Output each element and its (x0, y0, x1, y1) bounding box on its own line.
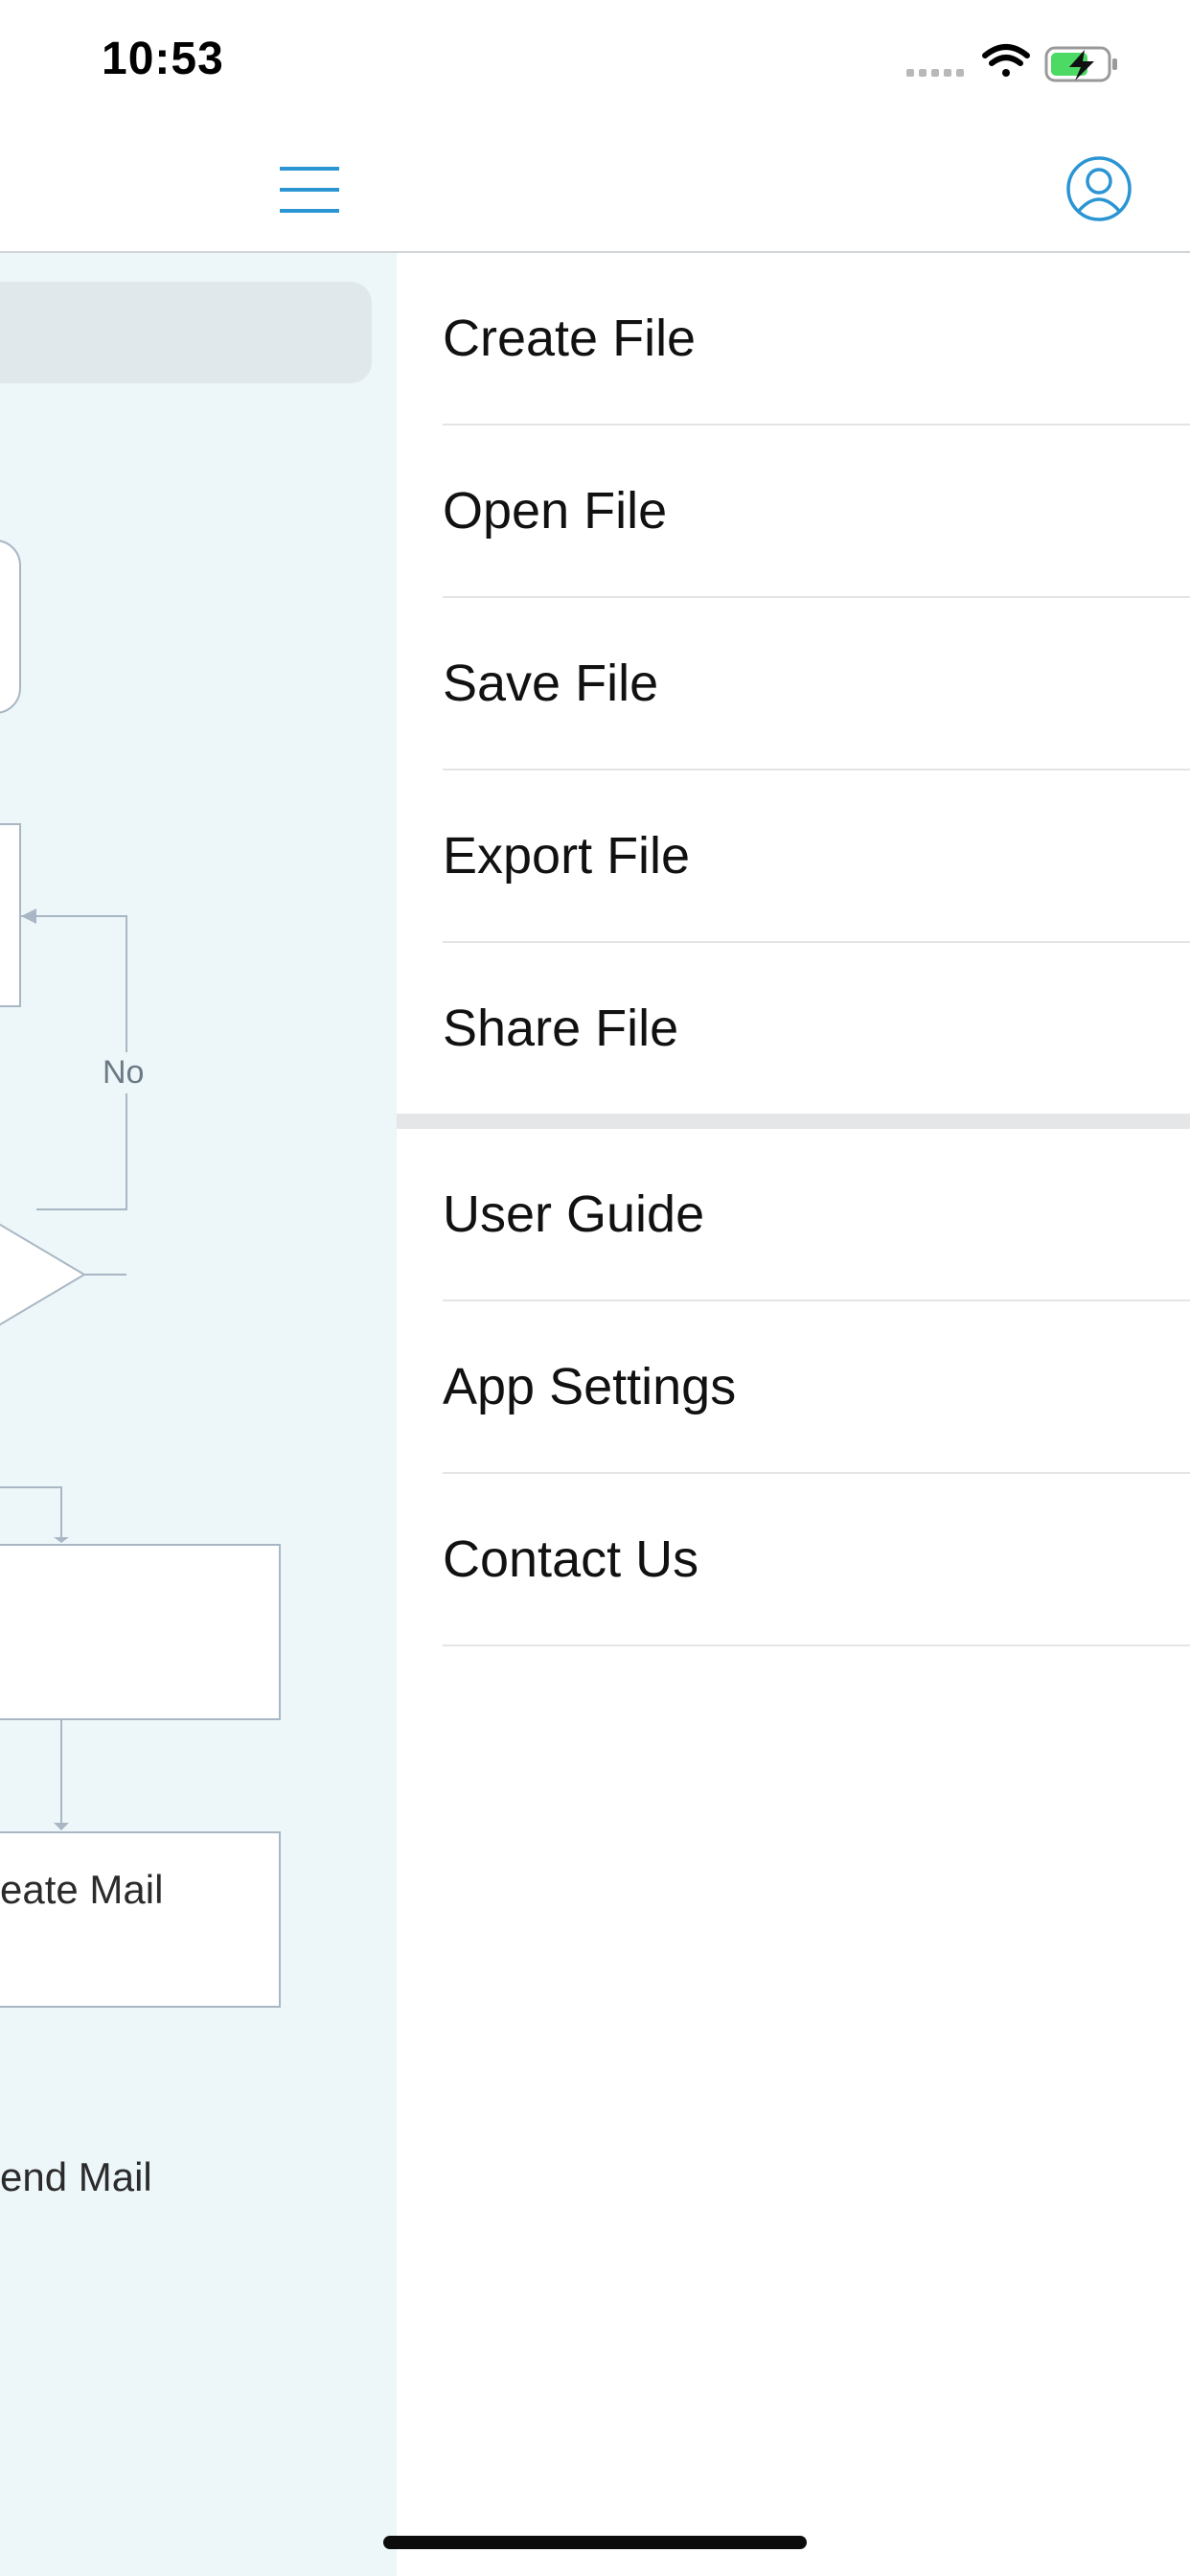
flow-arrowhead-1 (54, 1537, 69, 1543)
status-bar: 10:53 (0, 0, 1190, 126)
flow-no-label: No (103, 1052, 145, 1093)
user-profile-icon[interactable] (1065, 155, 1133, 222)
menu-item-label: User Guide (443, 1185, 705, 1243)
menu-item-save-file[interactable]: Save File (443, 598, 1190, 770)
flowchart-canvas[interactable]: No eate Mail end Mail (0, 253, 397, 2576)
status-icons (906, 44, 1117, 82)
menu-item-app-settings[interactable]: App Settings (443, 1301, 1190, 1474)
flow-send-mail-label: end Mail (0, 2154, 152, 2199)
side-drawer-menu: Create File Open File Save File Export F… (397, 253, 1190, 2576)
flow-arrowhead-2 (54, 1823, 69, 1830)
menu-item-share-file[interactable]: Share File (443, 943, 1190, 1116)
app-screen: 10:53 No eate Mail end Mail Create File … (0, 0, 1190, 2576)
flow-decision-node-edges (0, 1223, 86, 1326)
menu-item-contact-us[interactable]: Contact Us (443, 1474, 1190, 1646)
flow-process-node[interactable] (0, 823, 21, 1007)
menu-item-user-guide[interactable]: User Guide (443, 1129, 1190, 1301)
flow-send-mail-node[interactable] (0, 1831, 281, 2008)
battery-charging-icon (1044, 46, 1117, 82)
menu-section-divider (397, 1114, 1190, 1129)
status-time: 10:53 (102, 34, 224, 84)
menu-item-label: App Settings (443, 1358, 737, 1415)
menu-item-label: Share File (443, 1000, 679, 1057)
flow-start-node[interactable] (0, 540, 21, 714)
menu-item-label: Export File (443, 827, 691, 885)
flow-create-mail-label: eate Mail (0, 1867, 164, 1912)
signal-dots-icon (906, 69, 964, 77)
menu-item-label: Contact Us (443, 1530, 699, 1588)
menu-item-label: Save File (443, 655, 659, 712)
wifi-icon (982, 44, 1030, 77)
flowchart-diagram (0, 540, 281, 2008)
navigation-bar (0, 126, 1190, 253)
flow-connector-1 (0, 1486, 62, 1537)
menu-item-create-file[interactable]: Create File (443, 253, 1190, 426)
home-indicator[interactable] (383, 2536, 807, 2549)
flow-loop-arrowhead (21, 908, 36, 924)
menu-item-label: Open File (443, 482, 668, 540)
flow-create-mail-node[interactable] (0, 1544, 281, 1720)
menu-item-open-file[interactable]: Open File (443, 426, 1190, 598)
menu-item-label: Create File (443, 310, 697, 367)
hamburger-menu-icon[interactable] (278, 163, 341, 217)
menu-item-export-file[interactable]: Export File (443, 770, 1190, 943)
